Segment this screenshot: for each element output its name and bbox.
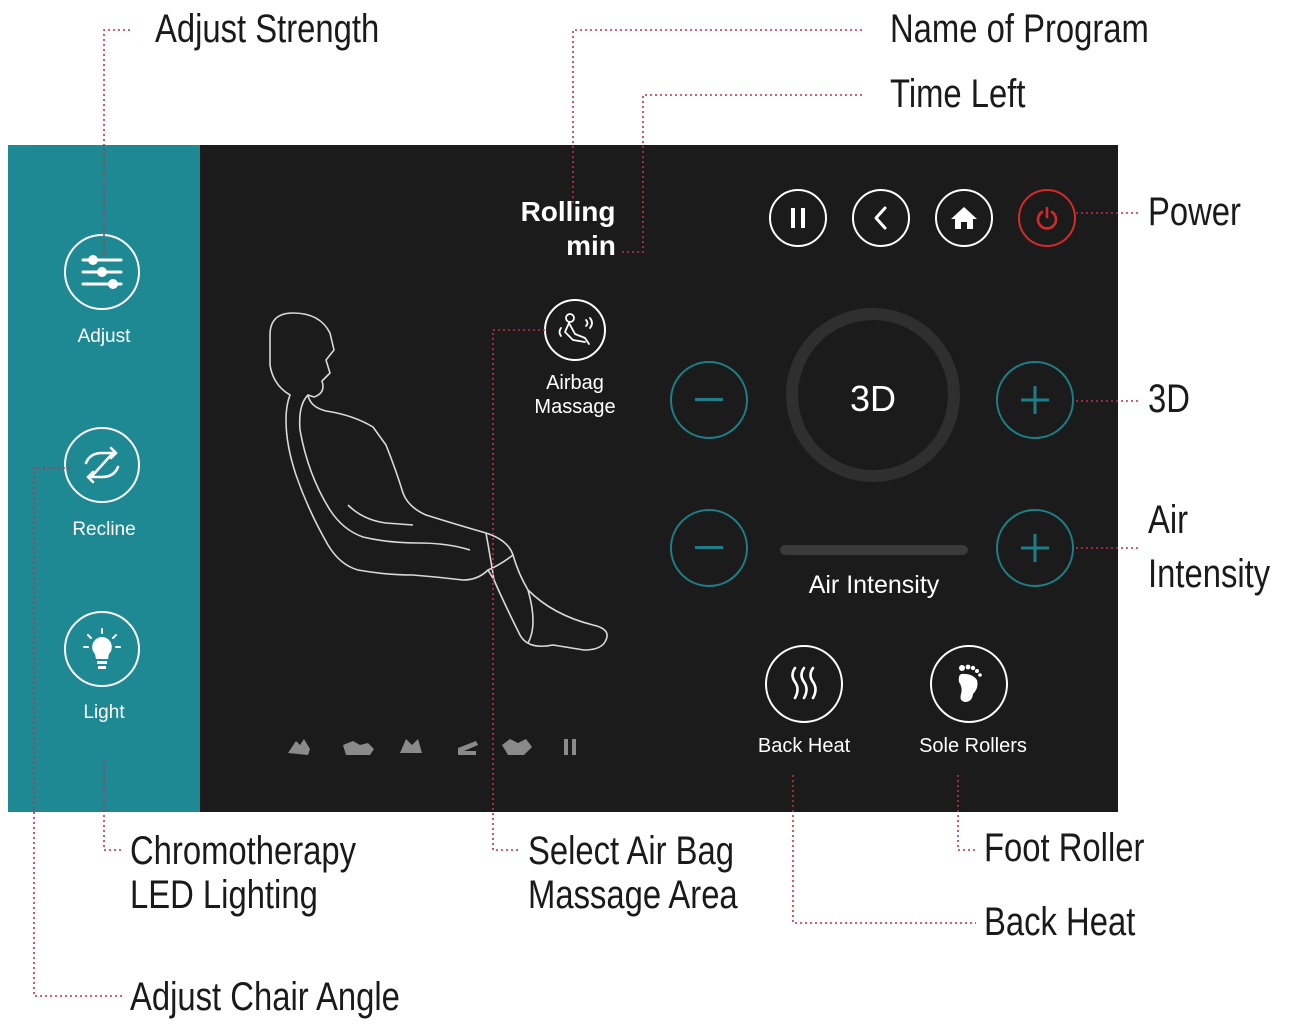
callout-select-air-bag-line1: Select Air Bag: [528, 829, 735, 873]
callout-power: Power: [1148, 190, 1241, 234]
callout-3d: 3D: [1148, 377, 1190, 421]
callout-back-heat: Back Heat: [984, 900, 1136, 944]
callout-adjust-chair-angle: Adjust Chair Angle: [130, 975, 400, 1019]
callout-time-left: Time Left: [890, 72, 1026, 116]
callout-adjust-strength: Adjust Strength: [155, 7, 380, 51]
callout-air-intensity-line1: Air: [1148, 498, 1189, 542]
callout-chromotherapy-line1: Chromotherapy: [130, 829, 357, 873]
callout-foot-roller: Foot Roller: [984, 826, 1145, 870]
callout-chromotherapy-line2: LED Lighting: [130, 873, 318, 917]
callout-name-of-program: Name of Program: [890, 7, 1149, 51]
callout-air-intensity-line2: Intensity: [1148, 552, 1271, 596]
callout-select-air-bag-line2: Massage Area: [528, 873, 738, 917]
